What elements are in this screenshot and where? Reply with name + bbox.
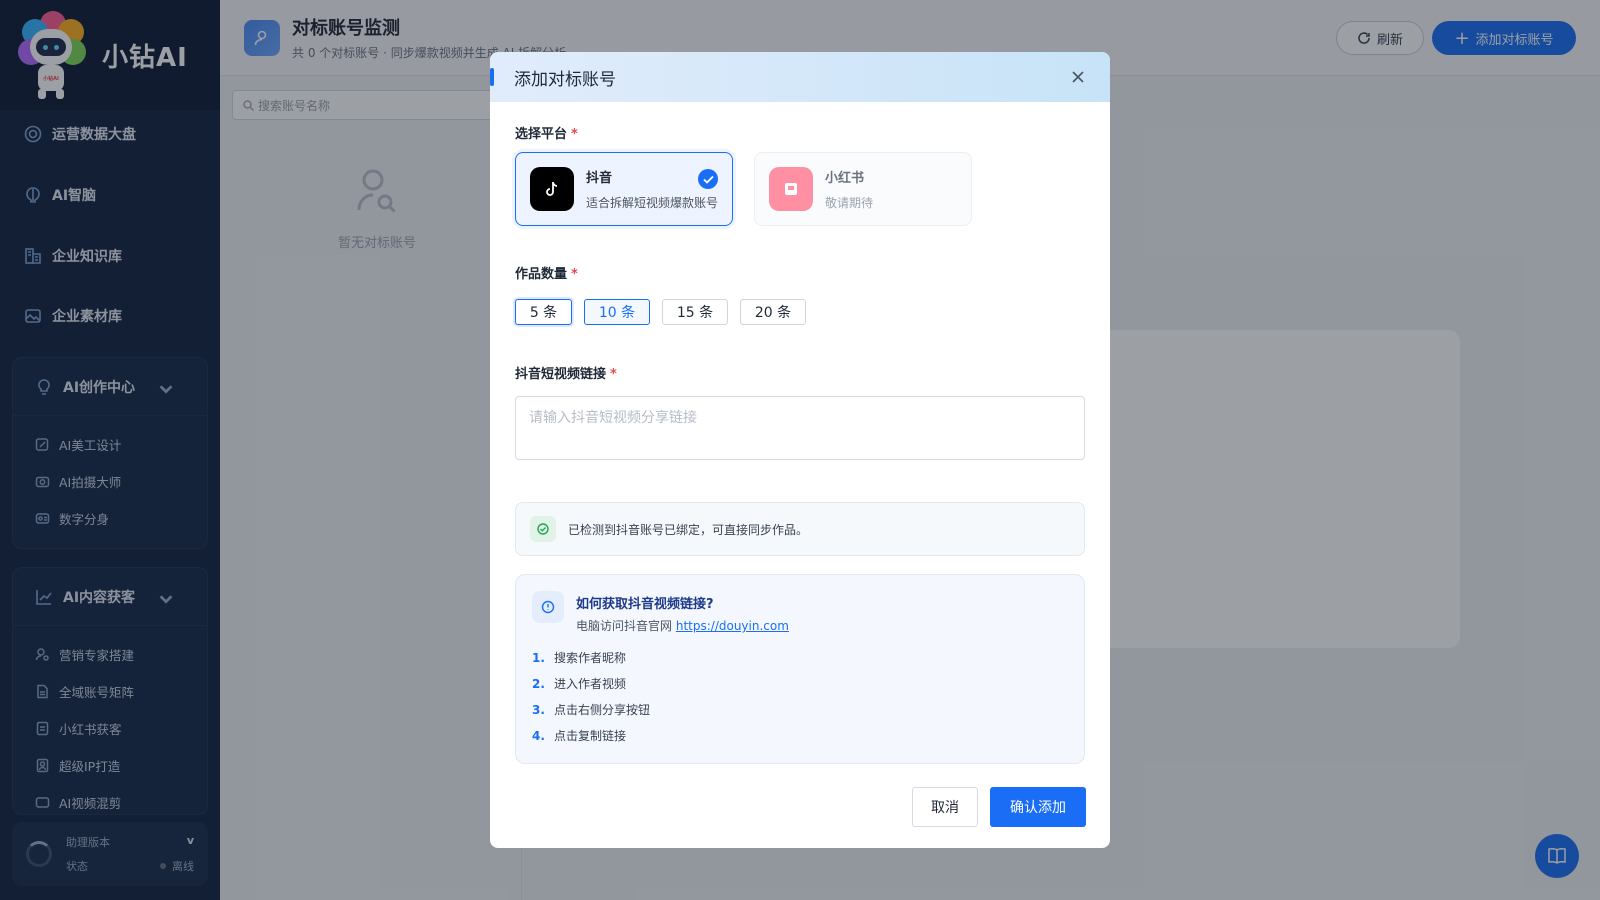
step-item: 4. 点击复制链接 [532,727,626,744]
step-item: 3. 点击右侧分享按钮 [532,701,650,718]
bind-notice: 已检测到抖音账号已绑定，可直接同步作品。 [515,502,1085,556]
howto-desc: 电脑访问抖音官网 https://douyin.com [576,617,789,634]
step-num: 2. [532,677,545,691]
platform-desc: 敬请期待 [825,196,874,210]
douyin-icon [530,167,574,211]
step-text: 点击复制链接 [554,729,627,743]
platform-douyin[interactable]: 抖音 适合拆解短视频爆款账号 [515,152,733,226]
count-option-5[interactable]: 5 条 [515,299,572,325]
add-account-modal: 添加对标账号 选择平台 * 抖音 适合拆解短视频爆款账号 小红书 敬请期待 作品数… [490,52,1110,848]
step-text: 搜索作者昵称 [554,651,627,665]
count-option-20[interactable]: 20 条 [740,299,806,325]
howto-desc-text: 电脑访问抖音官网 [576,619,673,633]
modal-title: 添加对标账号 [514,69,616,90]
required-mark: * [610,367,617,382]
howto-title: 如何获取抖音视频链接? [576,597,714,612]
notice-text: 已检测到抖音账号已绑定，可直接同步作品。 [568,522,809,537]
count-option-10[interactable]: 10 条 [584,299,650,325]
step-text: 点击右侧分享按钮 [554,703,651,717]
step-num: 4. [532,729,545,743]
step-item: 2. 进入作者视频 [532,675,626,692]
info-icon [532,591,564,623]
required-mark: * [571,127,578,142]
link-label-row: 抖音短视频链接 * [515,363,617,382]
link-label: 抖音短视频链接 [515,367,607,382]
step-num: 3. [532,703,545,717]
video-link-input[interactable]: 请输入抖音短视频分享链接 [515,396,1085,460]
platform-desc: 适合拆解短视频爆款账号 [586,196,719,210]
check-icon [698,169,718,189]
step-item: 1. 搜索作者昵称 [532,649,626,666]
confirm-add-button[interactable]: 确认添加 [990,787,1086,827]
platform-xiaohongshu: 小红书 敬请期待 [754,152,972,226]
modal-header: 添加对标账号 [490,52,1110,102]
platform-label-row: 选择平台 * [515,123,578,142]
check-circle-icon [530,516,556,542]
platform-label: 选择平台 [515,127,568,142]
cancel-button[interactable]: 取消 [912,787,978,827]
step-text: 进入作者视频 [554,677,627,691]
close-icon[interactable] [1068,67,1088,87]
required-mark: * [571,267,578,282]
step-num: 1. [532,651,545,665]
count-option-15[interactable]: 15 条 [662,299,728,325]
douyin-link[interactable]: https://douyin.com [676,619,789,633]
count-label: 作品数量 [515,267,568,282]
count-label-row: 作品数量 * [515,263,578,282]
platform-name: 小红书 [825,171,865,186]
xiaohongshu-icon [769,167,813,211]
link-placeholder: 请输入抖音短视频分享链接 [529,410,697,426]
howto-box: 如何获取抖音视频链接? 电脑访问抖音官网 https://douyin.com … [515,574,1085,764]
